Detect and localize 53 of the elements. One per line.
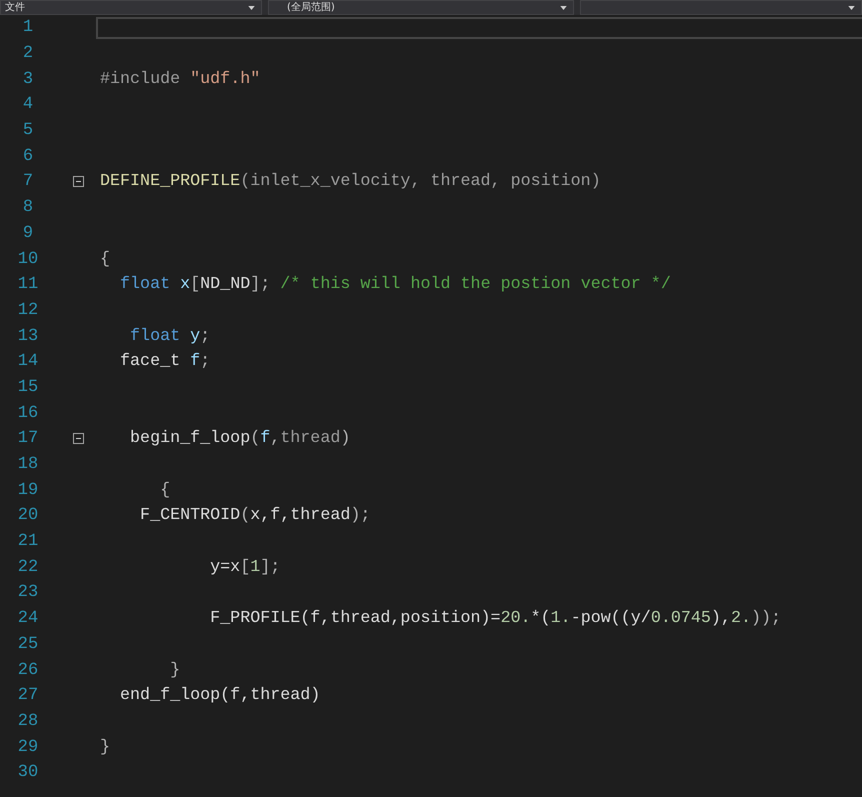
caret-icon xyxy=(560,6,567,10)
dropdown[interactable]: 文件 xyxy=(0,0,262,15)
line-number: 4 xyxy=(22,95,34,114)
code-line: face_t f; xyxy=(119,352,210,372)
line-number: 11 xyxy=(16,275,40,294)
caret-icon xyxy=(248,6,255,10)
line-number: 2 xyxy=(22,44,34,64)
line-number: 24 xyxy=(16,609,40,628)
collapse-icon[interactable] xyxy=(73,433,84,444)
code-line: #include "udf.h" xyxy=(100,70,260,89)
code-line: float x[ND_ND]; /* this will hold the postion vector */ xyxy=(119,275,671,294)
line-number: 20 xyxy=(16,506,40,526)
line-number: 1 xyxy=(22,18,34,38)
line-number: 22 xyxy=(16,558,40,577)
code-line: } xyxy=(100,738,110,757)
line-number: 5 xyxy=(22,121,34,140)
line-number: 30 xyxy=(16,763,40,782)
line-number: 28 xyxy=(16,712,40,731)
code-line: { xyxy=(100,250,110,269)
line-number: 19 xyxy=(16,480,40,500)
caret-icon xyxy=(848,6,855,10)
code-line: float y; xyxy=(129,326,210,346)
code-line: begin_f_loop(f,thread) xyxy=(129,429,350,448)
code-line: { xyxy=(159,480,170,500)
dropdown[interactable]: (全局范围) xyxy=(268,0,574,15)
code-line: F_CENTROID(x,f,thread); xyxy=(139,506,370,526)
line-number: 18 xyxy=(16,455,40,474)
line-number: 6 xyxy=(22,146,34,166)
line-number: 10 xyxy=(16,250,40,269)
line-number: 8 xyxy=(22,198,34,218)
line-number: 23 xyxy=(16,583,40,602)
collapse-icon[interactable] xyxy=(73,176,84,188)
line-number: 17 xyxy=(16,429,40,448)
line-number: 25 xyxy=(16,634,40,654)
line-number: 12 xyxy=(16,300,40,320)
code-line: F_PROFILE(f,thread,position)=20.*(1.-pow((y/0.0745),2.)); xyxy=(209,609,782,628)
line-number: 16 xyxy=(16,404,40,423)
line-number: 3 xyxy=(22,70,34,89)
line-number: 21 xyxy=(16,532,40,552)
line-number: 9 xyxy=(22,224,34,243)
line-number: 27 xyxy=(16,686,40,706)
line-number: 7 xyxy=(22,172,34,192)
line-number: 26 xyxy=(16,660,40,680)
code-line: y=x[1]; xyxy=(209,558,280,577)
code-line: DEFINE_PROFILE(inlet_x_velocity, thread, position) xyxy=(100,172,601,192)
dropdown-label: (全局范围) xyxy=(287,1,335,14)
line-number: 15 xyxy=(16,378,40,397)
code-line: } xyxy=(169,660,180,680)
code-line: end_f_loop(f,thread) xyxy=(119,686,320,706)
dropdown-label: 文件 xyxy=(5,1,25,14)
line-number: 14 xyxy=(16,352,40,372)
line-number: 29 xyxy=(16,738,40,757)
line-number: 13 xyxy=(16,326,40,346)
